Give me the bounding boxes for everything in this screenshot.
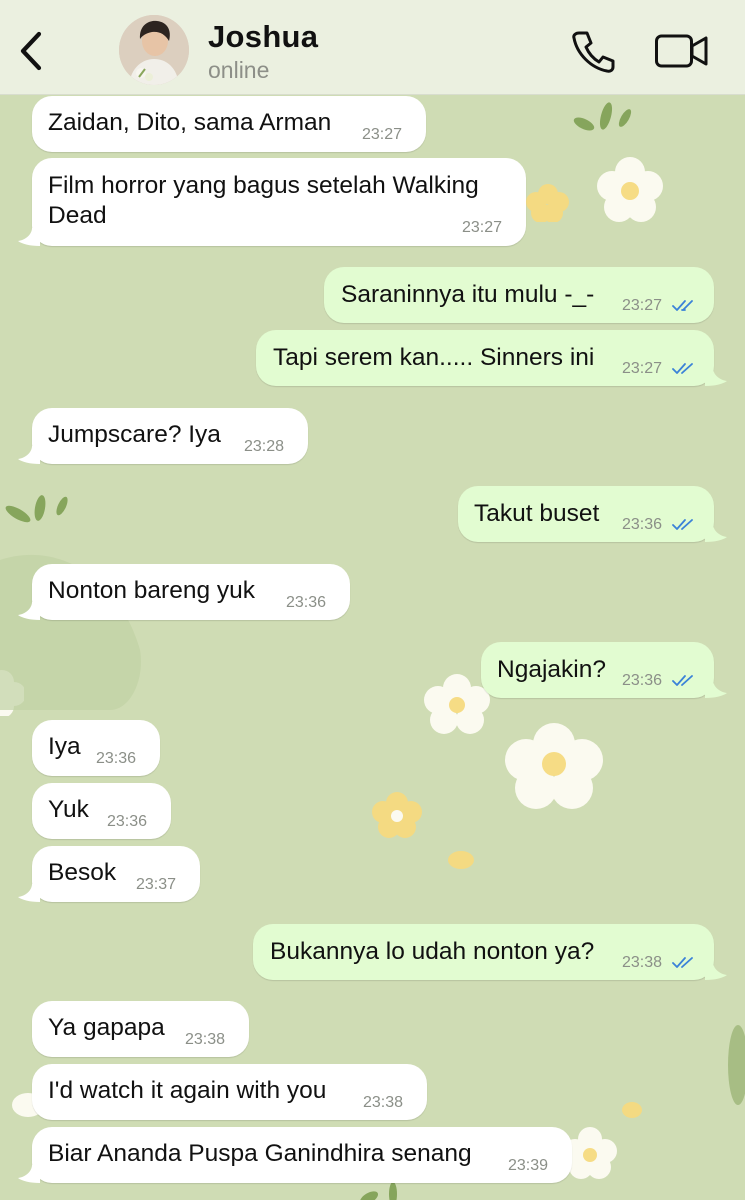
message-text: I'd watch it again with you	[48, 1077, 327, 1104]
message-time: 23:38	[185, 1031, 226, 1048]
incoming-message[interactable]: Biar Ananda Puspa Ganindhira senang 23:3…	[32, 1127, 572, 1183]
back-button[interactable]	[14, 28, 48, 74]
incoming-message[interactable]: Iya 23:36	[32, 720, 160, 776]
message-time: 23:27	[362, 126, 403, 143]
flower-decoration	[448, 851, 474, 869]
incoming-message[interactable]: I'd watch it again with you 23:38	[32, 1064, 427, 1120]
read-receipt-icon	[672, 519, 693, 530]
message-text-line: Dead	[48, 202, 107, 229]
leaf-decoration	[728, 1025, 745, 1105]
message-time: 23:36	[286, 594, 327, 611]
flower-decoration	[597, 157, 663, 222]
video-call-button[interactable]	[654, 32, 710, 70]
message-time: 23:36	[96, 750, 137, 767]
message-time: 23:27	[622, 360, 663, 377]
incoming-message[interactable]: Yuk 23:36	[32, 783, 171, 839]
message-time: 23:38	[622, 954, 663, 971]
message-text: Ya gapapa	[48, 1014, 165, 1041]
bubble-tail	[705, 962, 727, 980]
bubble-tail	[705, 368, 727, 386]
message-text: Biar Ananda Puspa Ganindhira senang	[48, 1140, 472, 1167]
bubble-tail	[705, 524, 727, 542]
phone-icon	[572, 31, 615, 73]
message-time: 23:36	[622, 516, 663, 533]
flower-decoration	[505, 723, 603, 809]
flower-decoration	[622, 1102, 642, 1118]
message-text: Besok	[48, 859, 117, 886]
message-text: Zaidan, Dito, sama Arman	[48, 109, 332, 136]
leaf-decoration	[359, 1182, 397, 1200]
incoming-message[interactable]: Besok 23:37	[32, 846, 200, 902]
bubble-tail	[18, 1165, 40, 1183]
message-time: 23:36	[622, 672, 663, 689]
bubble-tail	[18, 446, 40, 464]
message-time: 23:37	[136, 876, 177, 893]
message-text: Iya	[48, 733, 81, 760]
flower-decoration	[372, 792, 422, 838]
message-time: 23:28	[244, 438, 285, 455]
outgoing-message[interactable]: Takut buset 23:36	[458, 486, 714, 542]
message-text: Saraninnya itu mulu -_-	[341, 281, 595, 308]
chevron-left-icon	[20, 31, 42, 71]
outgoing-message[interactable]: Ngajakin? 23:36	[481, 642, 714, 698]
contact-name[interactable]: Joshua	[208, 19, 318, 55]
leaf-decoration	[573, 102, 632, 131]
outgoing-message[interactable]: Tapi serem kan..... Sinners ini 23:27	[256, 330, 714, 386]
message-time: 23:27	[462, 219, 503, 236]
message-text: Tapi serem kan..... Sinners ini	[273, 344, 595, 371]
incoming-message[interactable]: Nonton bareng yuk 23:36	[32, 564, 350, 620]
read-receipt-icon	[672, 957, 693, 968]
chat-header: Joshua online	[0, 0, 745, 95]
incoming-message[interactable]: Jumpscare? Iya 23:28	[32, 408, 308, 464]
bubble-tail	[18, 228, 40, 246]
read-receipt-icon	[672, 300, 693, 311]
bubble-tail	[705, 680, 727, 698]
message-text: Nonton bareng yuk	[48, 577, 256, 604]
bubble-tail	[18, 602, 40, 620]
outgoing-message[interactable]: Bukannya lo udah nonton ya? 23:38	[253, 924, 714, 980]
message-text: Yuk	[48, 796, 89, 823]
voice-call-button[interactable]	[571, 29, 615, 73]
message-text: Takut buset	[474, 500, 600, 527]
flower-decoration	[526, 184, 569, 222]
contact-status: online	[208, 57, 270, 83]
incoming-message[interactable]: Ya gapapa 23:38	[32, 1001, 249, 1057]
message-time: 23:36	[107, 813, 148, 830]
message-time: 23:27	[622, 297, 663, 314]
avatar-photo	[119, 15, 189, 85]
outgoing-message[interactable]: Saraninnya itu mulu -_- 23:27	[324, 267, 714, 323]
message-text: Bukannya lo udah nonton ya?	[270, 938, 595, 965]
incoming-message[interactable]: Zaidan, Dito, sama Arman 23:27	[32, 96, 426, 152]
message-text: Jumpscare? Iya	[48, 421, 221, 448]
video-camera-icon	[655, 34, 708, 68]
message-time: 23:39	[508, 1157, 549, 1174]
message-text: Ngajakin?	[497, 656, 606, 683]
read-receipt-icon	[672, 675, 693, 686]
avatar[interactable]	[119, 15, 189, 85]
read-receipt-icon	[672, 363, 693, 374]
message-time: 23:38	[363, 1094, 404, 1111]
bubble-tail	[18, 884, 40, 902]
incoming-message[interactable]: Film horror yang bagus setelah Walking D…	[32, 158, 526, 246]
message-text-line: Film horror yang bagus setelah Walking	[48, 172, 479, 199]
